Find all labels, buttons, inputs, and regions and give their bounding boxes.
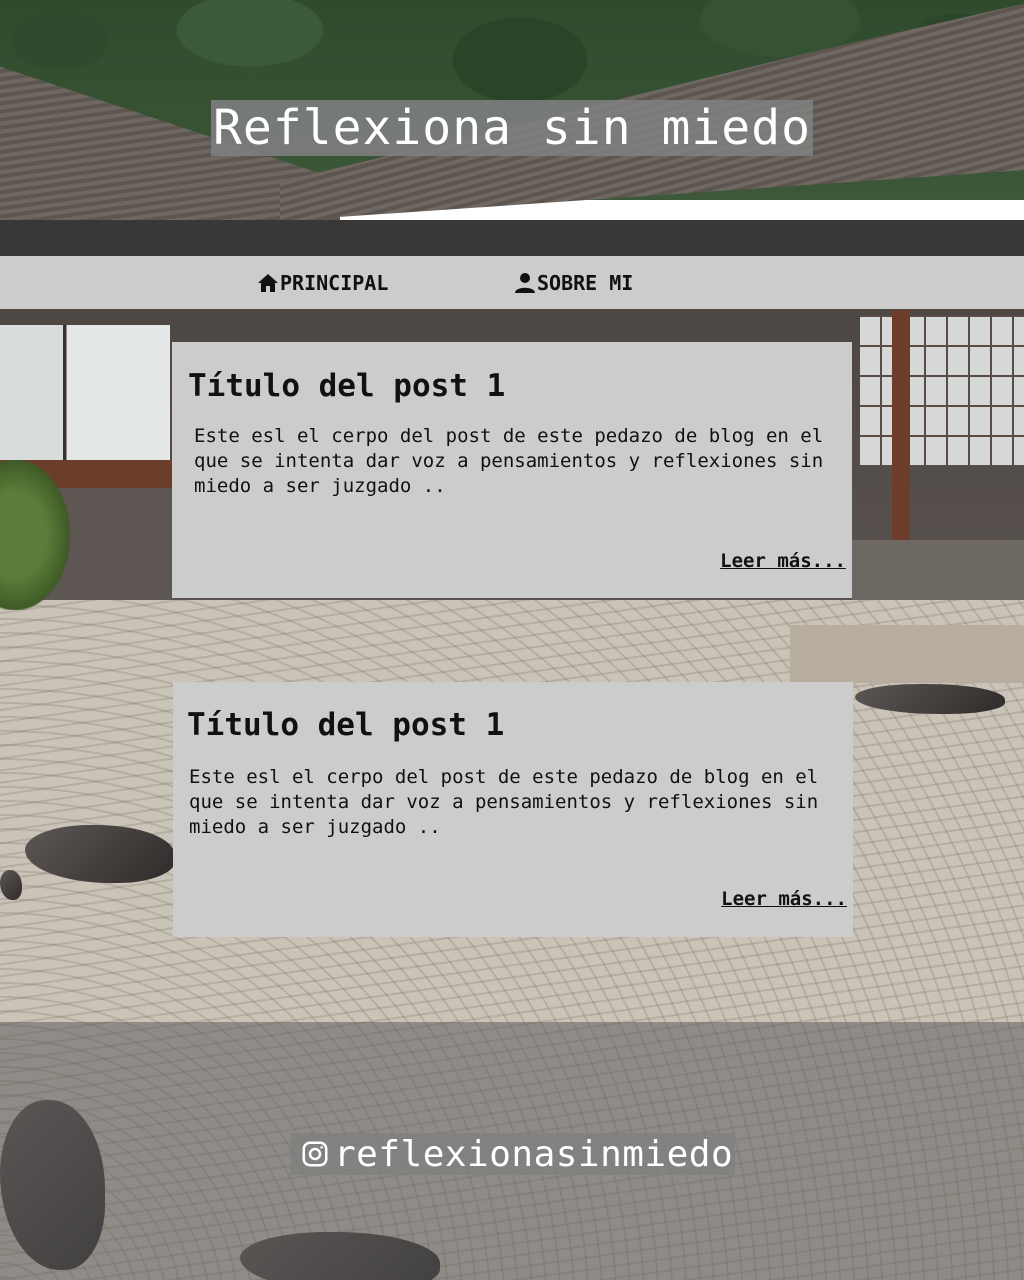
nav-link-sobre-mi[interactable]: SOBRE MI	[513, 256, 633, 309]
instagram-handle: reflexionasinmiedo	[334, 1133, 734, 1175]
main-nav: PRINCIPAL SOBRE MI	[0, 256, 1024, 309]
nav-link-principal[interactable]: PRINCIPAL	[256, 256, 388, 309]
post-card: Título del post 1 Este esl el cerpo del …	[173, 682, 853, 937]
stone-step	[790, 625, 1024, 683]
instagram-link[interactable]: reflexionasinmiedo	[290, 1133, 736, 1175]
home-icon	[258, 273, 278, 292]
pine-tree	[0, 460, 70, 610]
read-more-link[interactable]: Leer más...	[721, 888, 847, 910]
site-title: Reflexiona sin miedo	[211, 100, 813, 156]
post-body: Este esl el cerpo del post de este pedaz…	[194, 425, 824, 497]
wood-post	[892, 310, 910, 555]
post-title: Título del post 1	[187, 707, 505, 743]
nav-label-sobre-mi: SOBRE MI	[537, 270, 634, 295]
roof-eave	[0, 220, 1024, 260]
read-more-link[interactable]: Leer más...	[720, 550, 846, 572]
instagram-icon	[302, 1141, 328, 1167]
nav-label-principal: PRINCIPAL	[280, 270, 389, 295]
post-body: Este esl el cerpo del post de este pedaz…	[189, 766, 819, 838]
shoji-left	[0, 325, 170, 465]
shoji-right	[860, 315, 1024, 465]
site-header: Reflexiona sin miedo	[0, 100, 1024, 156]
user-icon	[515, 272, 535, 293]
rock	[0, 870, 22, 900]
post-title: Título del post 1	[188, 368, 506, 404]
post-card: Título del post 1 Este esl el cerpo del …	[172, 342, 852, 598]
